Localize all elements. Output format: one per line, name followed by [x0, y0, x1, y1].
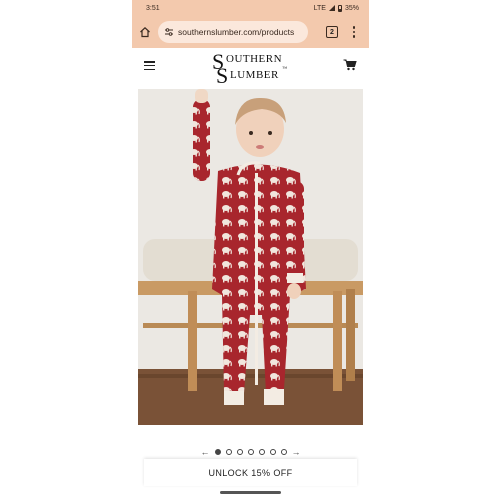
logo-trademark: ™: [282, 67, 288, 72]
logo-word-top: OUTHERN: [226, 53, 283, 65]
logo-word-bottom: LUMBER: [230, 69, 279, 81]
unlock-discount-button[interactable]: UNLOCK 15% OFF: [144, 459, 357, 486]
signal-icon: [328, 5, 335, 11]
site-settings-icon[interactable]: [164, 27, 174, 37]
status-time: 3:51: [146, 4, 160, 12]
carousel-dot[interactable]: [214, 449, 221, 455]
product-photo: [138, 89, 363, 425]
site-header: S OUTHERN S LUMBER ™: [132, 48, 369, 87]
gesture-navigation-bar[interactable]: [220, 491, 281, 494]
carousel-dot[interactable]: [269, 449, 276, 455]
browser-toolbar: southernslumber.com/products 2: [132, 16, 369, 48]
previous-arrow-icon[interactable]: ←: [201, 447, 210, 457]
image-carousel-pager: ← →: [132, 445, 369, 459]
carousel-dot[interactable]: [258, 449, 265, 455]
carousel-dot[interactable]: [225, 449, 232, 455]
cart-icon[interactable]: [343, 59, 357, 71]
carousel-dot[interactable]: [236, 449, 243, 455]
carousel-dot[interactable]: [247, 449, 254, 455]
more-options-icon[interactable]: [352, 26, 356, 38]
phone-screen: 3:51 LTE 35% southernslumber.com/product…: [132, 0, 369, 500]
logo-initial-bottom: S: [216, 63, 229, 88]
status-indicators: LTE 35%: [313, 4, 359, 12]
carousel-dot[interactable]: [280, 449, 287, 455]
battery-level: 35%: [344, 4, 359, 12]
next-arrow-icon[interactable]: →: [292, 447, 301, 457]
url-text: southernslumber.com/products: [178, 27, 295, 37]
status-bar: 3:51 LTE 35%: [132, 0, 369, 16]
tab-switcher-button[interactable]: 2: [326, 26, 338, 38]
product-image[interactable]: [138, 89, 363, 425]
network-label: LTE: [313, 4, 326, 12]
menu-icon[interactable]: [144, 61, 155, 70]
site-logo[interactable]: S OUTHERN S LUMBER ™: [212, 51, 292, 87]
home-icon[interactable]: [138, 25, 152, 39]
battery-icon: [337, 4, 342, 12]
address-bar[interactable]: southernslumber.com/products: [158, 21, 308, 43]
